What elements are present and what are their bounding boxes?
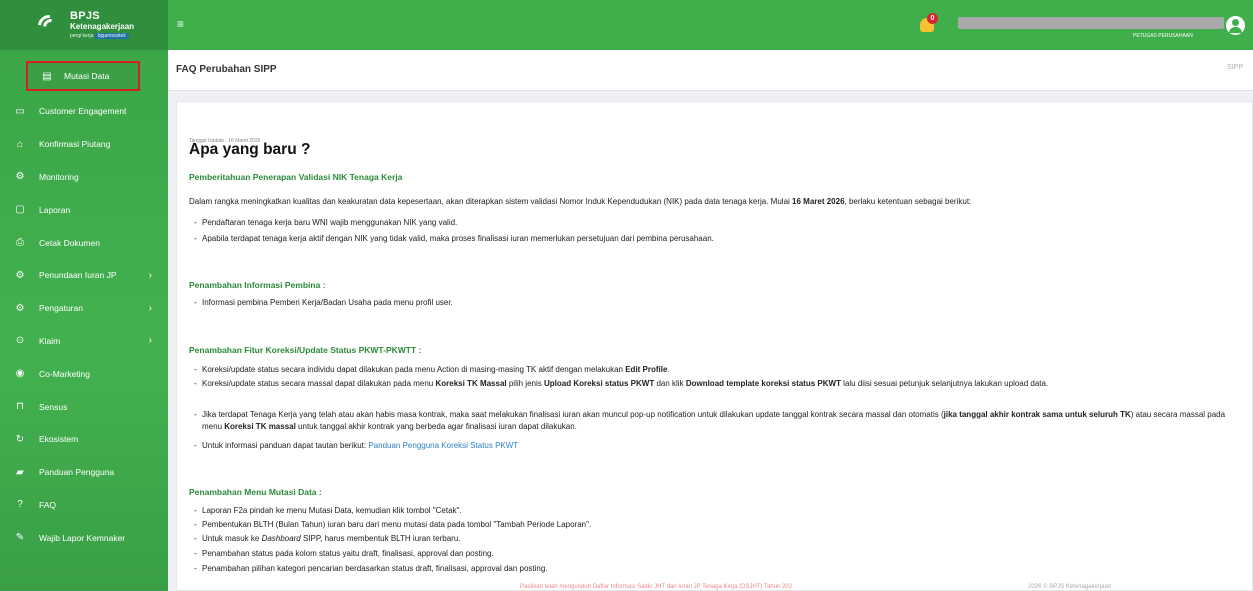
list-item: Pendaftaran tenaga kerja baru WNI wajib …	[194, 217, 1237, 229]
content-card: Tanggal Update : 16 Maret 2026 Apa yang …	[176, 101, 1253, 591]
document-icon: ▤	[42, 70, 52, 82]
sidebar-item-label: Sensus	[39, 401, 68, 412]
bookmark-icon: ⊓	[16, 401, 24, 413]
page-title: FAQ Perubahan SIPP	[176, 64, 277, 75]
user-name-redacted[interactable]	[958, 17, 1224, 29]
sidebar-item-label: Pengaturan	[39, 303, 83, 314]
list-item: Pembentukan BLTH (Bulan Tahun) iuran bar…	[194, 519, 1237, 531]
content-heading: Apa yang baru ?	[189, 141, 311, 158]
sidebar-item-faq[interactable]: ? FAQ	[0, 489, 168, 522]
list-item: Koreksi/update status secara massal dapa…	[194, 378, 1237, 390]
footer-copyright: 2026 © BPJS Ketenagakerjaan	[1028, 584, 1112, 590]
sidebar-item-panduan-pengguna[interactable]: ▰ Panduan Pengguna	[0, 456, 168, 489]
sidebar-item-label: Klaim	[39, 335, 61, 346]
sidebar-item-penundaan-iuran-jp[interactable]: ⚙ Penundaan Iuran JP ›	[0, 259, 168, 292]
sidebar-item-customer-engagement[interactable]: ▭ Customer Engagement	[0, 95, 168, 128]
list-item: Koreksi/update status secara individu da…	[194, 364, 1237, 376]
footer: Pastikan telah mengunduh Daftar Informas…	[168, 584, 1253, 591]
sidebar-item-label: Penundaan Iuran JP	[39, 270, 117, 281]
sidebar-item-label: Ekosistem	[39, 434, 79, 445]
pkwt-guide-link[interactable]: Panduan Pengguna Koreksi Status PKWT	[368, 441, 518, 450]
home-icon: ⌂	[16, 138, 24, 150]
leaf-icon: ✎	[15, 532, 25, 544]
brand-tag-prefix: pergi kerja	[70, 33, 94, 39]
brand-sub: Ketenagakerjaan	[70, 22, 135, 31]
bpjs-logo-icon	[33, 10, 65, 42]
sidebar-item-label: Wajib Lapor Kemnaker	[39, 532, 126, 543]
list-item: Apabila terdapat tenaga kerja aktif deng…	[194, 233, 1237, 245]
settings-icon: ⚙	[15, 269, 25, 281]
footer-notice[interactable]: Pastikan telah mengunduh Daftar Informas…	[520, 584, 792, 590]
notification-badge: 0	[927, 13, 938, 24]
sidebar: BPJS Ketenagakerjaan pergi kerja bpjamso…	[0, 0, 168, 591]
sidebar-item-label: Mutasi Data	[64, 71, 110, 81]
brand-name: BPJS	[70, 10, 100, 22]
help-icon: ?	[17, 499, 23, 511]
sidebar-item-label: Laporan	[39, 204, 71, 215]
settings-icon: ⚙	[15, 302, 25, 314]
topbar: ≡ 0 PETUGAS PERUSAHAAN	[168, 0, 1253, 50]
gear-icon: ⚙	[15, 171, 25, 183]
brand-logo[interactable]: BPJS Ketenagakerjaan pergi kerja bpjamso…	[0, 0, 168, 50]
sidebar-item-pengaturan[interactable]: ⚙ Pengaturan ›	[0, 292, 168, 325]
target-icon: ◉	[15, 368, 25, 380]
sidebar-item-label: Konfirmasi Piutang	[39, 139, 111, 150]
user-role: PETUGAS PERUSAHAAN	[1133, 33, 1193, 39]
refresh-icon: ↻	[15, 433, 25, 445]
report-icon: ▢	[15, 204, 25, 216]
sidebar-item-klaim[interactable]: ⊙ Klaim ›	[0, 325, 168, 358]
sidebar-menu: ▤ Mutasi Data ▭ Customer Engagement ⌂ Konfirm…	[0, 50, 168, 554]
print-icon: ⎙	[16, 237, 24, 249]
sidebar-item-label: FAQ	[39, 499, 57, 510]
section-title-pembina: Penambahan Informasi Pembina :	[189, 280, 326, 290]
sidebar-item-co-marketing[interactable]: ◉ Co-Marketing	[0, 357, 168, 390]
section-title-mutasi: Penambahan Menu Mutasi Data :	[189, 487, 322, 497]
chevron-right-icon: ›	[148, 335, 152, 347]
sidebar-item-label: Monitoring	[39, 171, 79, 182]
sidebar-item-wajib-lapor-kemnaker[interactable]: ✎ Wajib Lapor Kemnaker	[0, 521, 168, 554]
sidebar-item-label: Customer Engagement	[39, 106, 127, 117]
list-item: Jika terdapat Tenaga Kerja yang telah at…	[194, 409, 1237, 433]
page-header: FAQ Perubahan SIPP SIPP	[168, 50, 1253, 91]
clock-icon: ⊙	[15, 335, 25, 347]
sidebar-item-ekosistem[interactable]: ↻ Ekosistem	[0, 423, 168, 456]
section-nik-paragraph: Dalam rangka meningkatkan kualitas dan k…	[189, 197, 972, 206]
breadcrumb[interactable]: SIPP	[1227, 64, 1243, 71]
hamburger-menu-icon[interactable]: ≡	[177, 17, 184, 31]
chat-icon: ▭	[15, 105, 25, 117]
sidebar-item-sensus[interactable]: ⊓ Sensus	[0, 390, 168, 423]
chevron-right-icon: ›	[148, 302, 152, 314]
book-icon: ▰	[16, 466, 24, 478]
list-item: Untuk informasi panduan dapat tautan ber…	[194, 440, 1237, 452]
chevron-right-icon: ›	[148, 269, 152, 281]
list-item: Penambahan status pada kolom status yait…	[194, 548, 1237, 560]
list-item: Untuk masuk ke Dashboard SIPP, harus mem…	[194, 533, 1237, 545]
sidebar-item-monitoring[interactable]: ⚙ Monitoring	[0, 161, 168, 194]
sidebar-item-laporan[interactable]: ▢ Laporan	[0, 193, 168, 226]
sidebar-item-cetak-dokumen[interactable]: ⎙ Cetak Dokumen	[0, 226, 168, 259]
sidebar-item-konfirmasi-piutang[interactable]: ⌂ Konfirmasi Piutang	[0, 128, 168, 161]
sidebar-item-label: Panduan Pengguna	[39, 467, 115, 478]
sidebar-item-mutasi-data[interactable]: ▤ Mutasi Data	[26, 61, 140, 91]
list-item: Informasi pembina Pemberi Kerja/Badan Us…	[194, 297, 1237, 309]
sidebar-item-label: Cetak Dokumen	[39, 237, 100, 248]
section-title-nik: Pemberitahuan Penerapan Validasi NIK Ten…	[189, 172, 403, 182]
section-title-pkwt: Penambahan Fitur Koreksi/Update Status P…	[189, 345, 422, 355]
list-item: Laporan F2a pindah ke menu Mutasi Data, …	[194, 505, 1237, 517]
avatar-icon[interactable]	[1226, 16, 1245, 35]
sidebar-item-label: Co-Marketing	[39, 368, 91, 379]
brand-tag: bpjamsostek	[94, 33, 129, 39]
list-item: Penambahan pilihan kategori pencarian be…	[194, 563, 1237, 575]
